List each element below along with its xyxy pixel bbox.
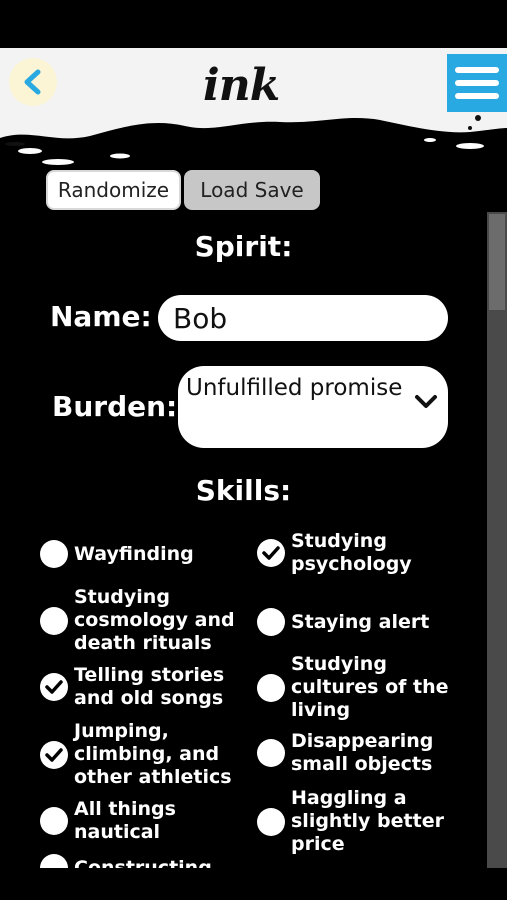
skill-checkbox[interactable] [257,807,285,836]
skill-disappearing[interactable]: Disappearing small objects [257,730,471,776]
skill-checkbox[interactable] [257,673,285,702]
skill-psychology[interactable]: Studying psychology [257,530,471,576]
burden-selected-value: Unfulfilled promise [186,375,403,401]
skill-checkbox[interactable] [40,606,68,635]
skill-label: Studying psychology [291,530,412,575]
skills-heading: Skills: [195,474,292,507]
chevron-left-icon [24,69,41,95]
skill-label: Studying cultures of the living [291,653,449,721]
scrollbar-thumb[interactable] [489,214,505,310]
randomize-button[interactable]: Randomize [46,170,181,210]
skill-checkbox[interactable] [40,854,68,868]
skill-checkbox[interactable] [257,539,285,567]
skill-label: Telling stories and old songs [74,664,225,709]
scrollbar-track[interactable] [487,212,507,868]
skill-wayfinding[interactable]: Wayfinding [40,540,249,568]
hamburger-menu-icon [455,67,499,73]
skill-label: Disappearing small objects [291,730,434,775]
skill-constructing[interactable]: Constructing [40,854,249,868]
skill-cosmology[interactable]: Studying cosmology and death rituals [40,586,249,655]
name-label: Name: [50,300,152,333]
checkmark-icon [45,747,63,762]
skill-checkbox[interactable] [40,807,68,835]
skill-checkbox[interactable] [40,673,68,701]
skill-checkbox[interactable] [40,740,68,769]
skill-label: Haggling a slightly better price [291,787,444,855]
load-save-button[interactable]: Load Save [184,170,320,210]
checkmark-icon [45,680,63,694]
name-input[interactable]: Bob [158,295,448,341]
skill-label: All things nautical [74,798,176,843]
menu-button[interactable] [447,54,507,112]
burden-select[interactable]: Unfulfilled promise [178,366,448,448]
skill-label: Constructing [74,856,212,869]
skill-checkbox[interactable] [257,739,285,767]
back-button[interactable] [9,58,57,106]
character-form: Spirit: Name: Bob Burden: Unfulfilled pr… [0,212,487,868]
app-logo: ink [203,60,280,111]
skill-stories[interactable]: Telling stories and old songs [40,664,249,710]
skill-label: Wayfinding [74,542,194,565]
skill-athletics[interactable]: Jumping, climbing, and other athletics [40,720,249,789]
skill-cultures[interactable]: Studying cultures of the living [257,653,471,722]
burden-label: Burden: [52,390,178,423]
skill-label: Studying cosmology and death rituals [74,586,235,654]
skill-alert[interactable]: Staying alert [257,608,471,636]
skill-label: Jumping, climbing, and other athletics [74,720,232,788]
skill-haggling[interactable]: Haggling a slightly better price [257,787,471,856]
status-bar [0,0,507,48]
skill-checkbox[interactable] [40,540,68,568]
skill-nautical[interactable]: All things nautical [40,798,249,844]
bottom-bar [0,868,507,900]
spirit-heading: Spirit: [194,230,293,263]
checkmark-icon [262,546,280,560]
skill-label: Staying alert [291,610,430,633]
skill-checkbox[interactable] [257,608,285,636]
chevron-down-icon [415,395,437,408]
